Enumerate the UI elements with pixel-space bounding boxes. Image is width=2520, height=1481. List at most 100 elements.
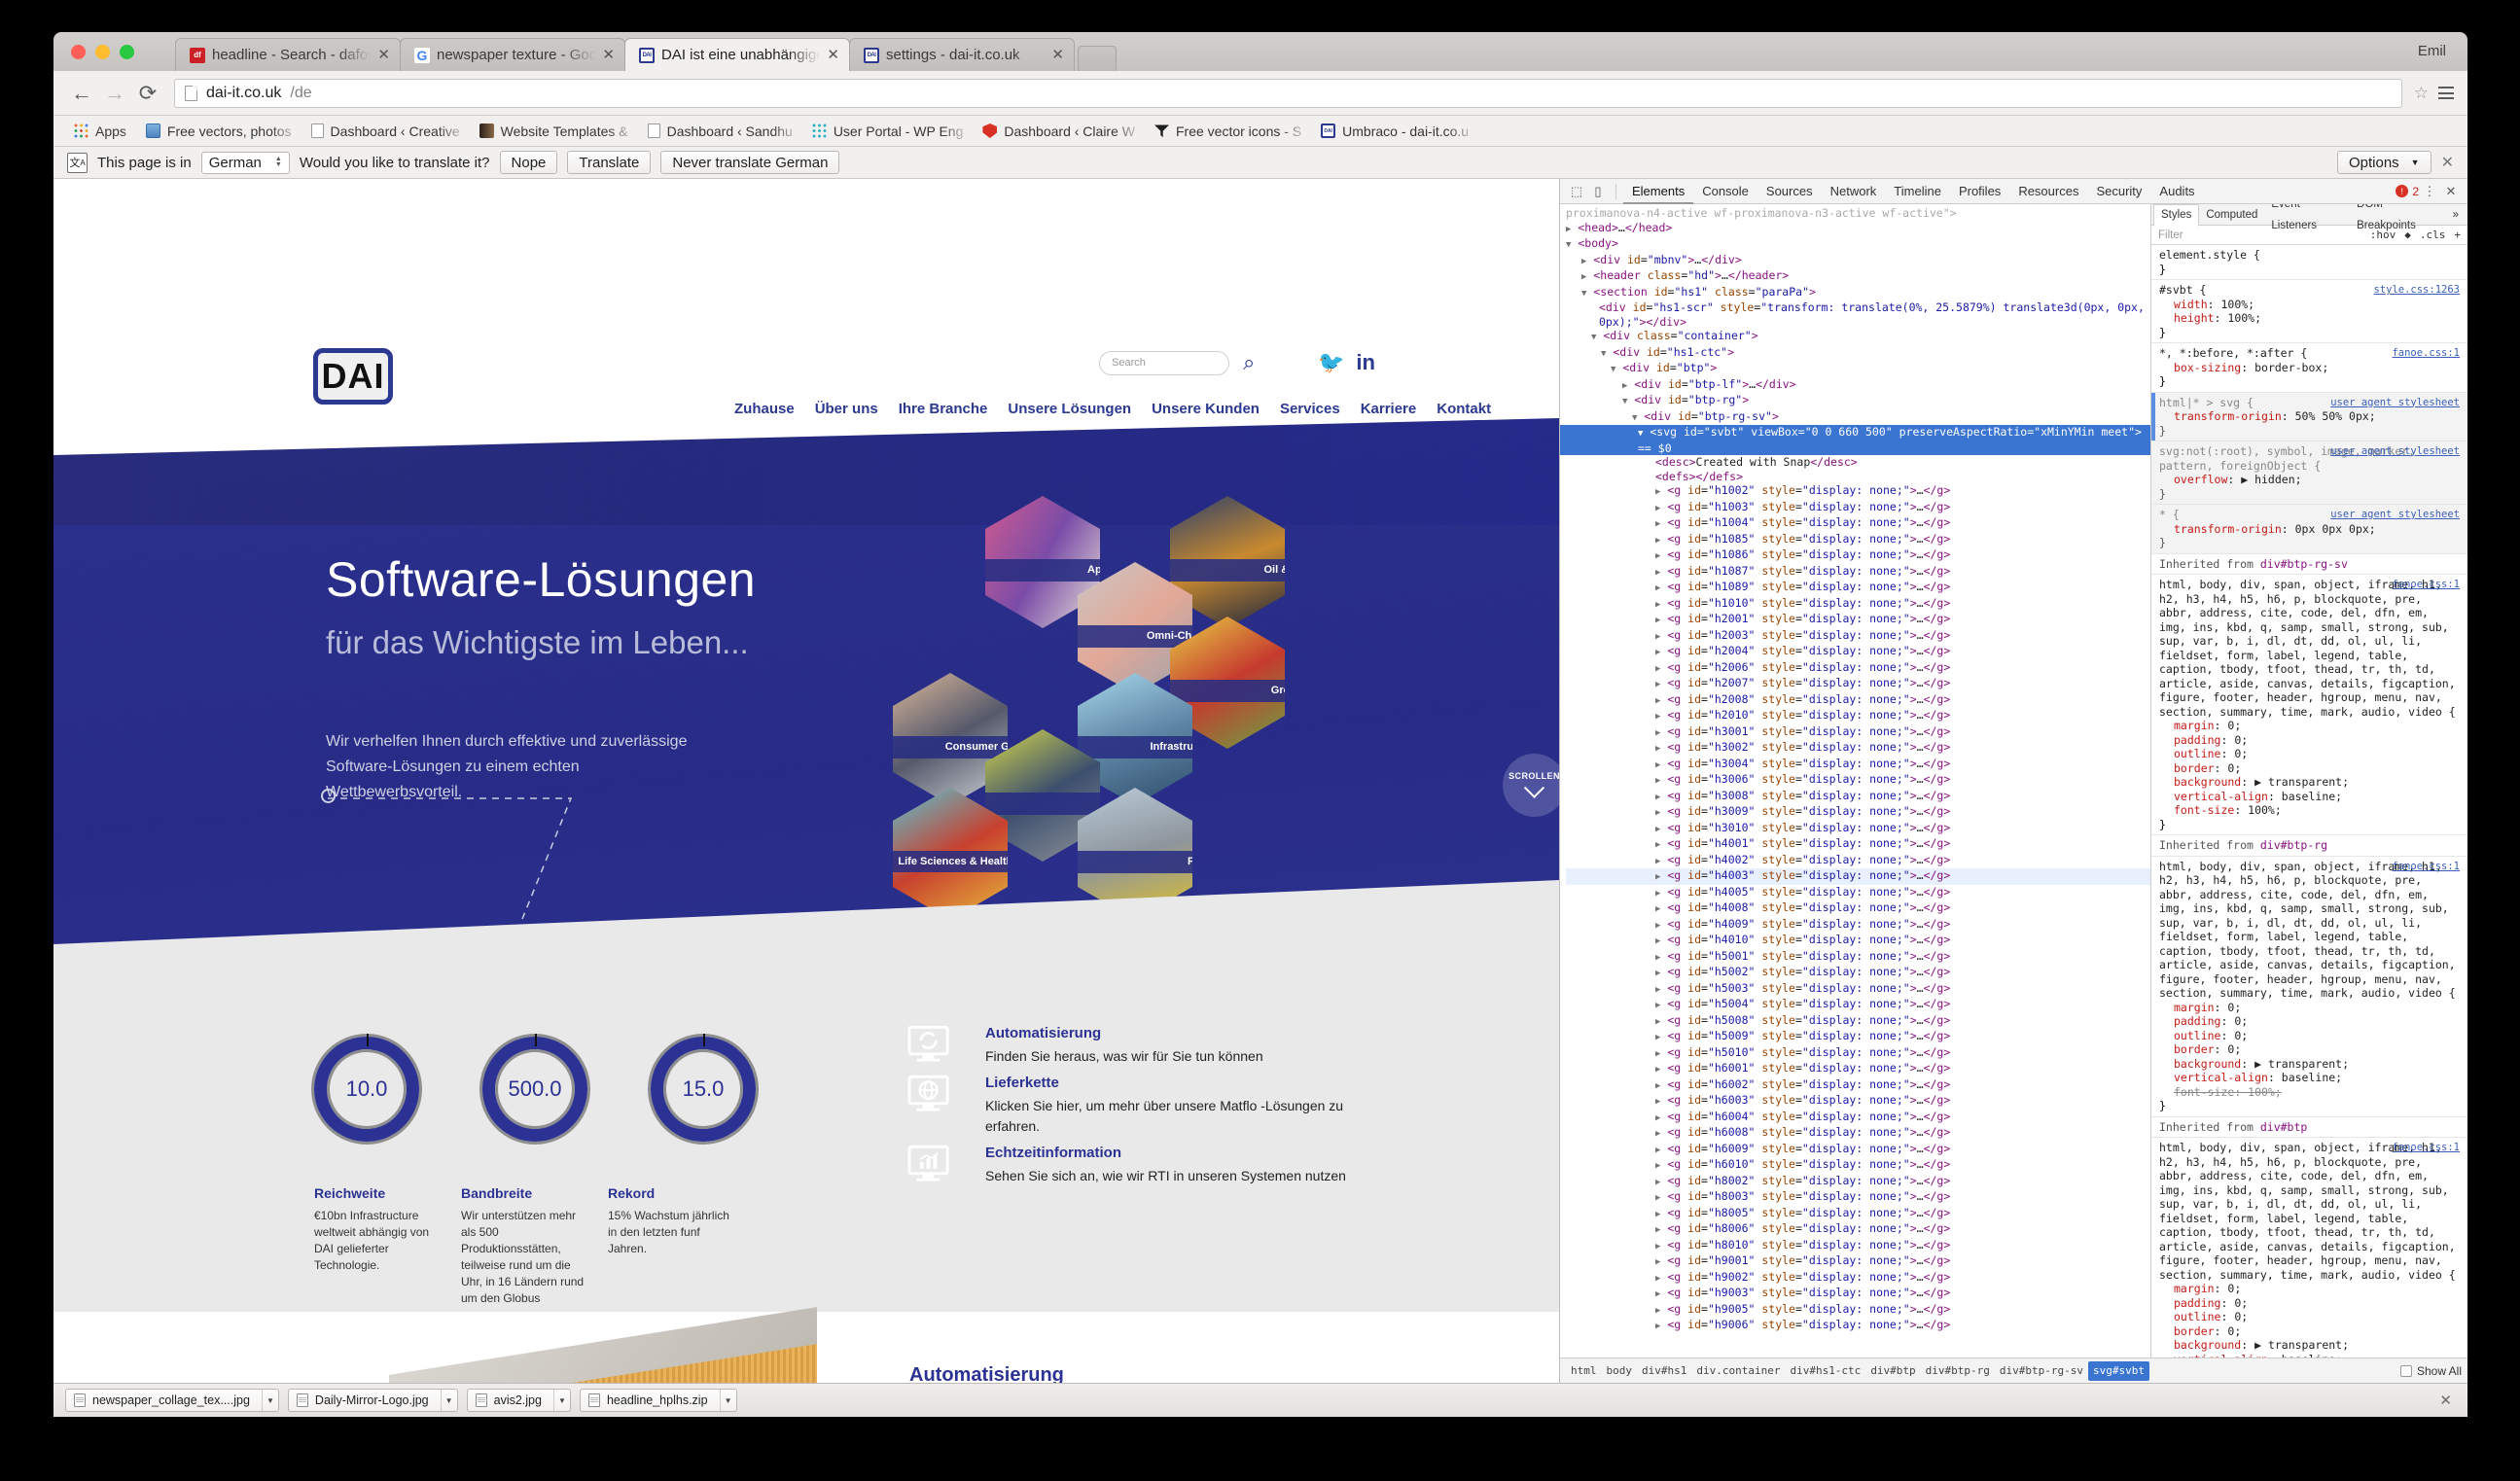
- download-name-wrap[interactable]: headline_hplhs.zip: [581, 1393, 720, 1407]
- tab-timeline[interactable]: Timeline: [1885, 179, 1950, 204]
- download-item[interactable]: Daily-Mirror-Logo.jpg ▼: [287, 1389, 458, 1412]
- feature-title[interactable]: Automatisierung: [985, 1025, 1374, 1041]
- bookmark-item[interactable]: Dashboard ‹ Creative: [302, 120, 469, 143]
- download-name-wrap[interactable]: newspaper_collage_tex....jpg: [66, 1393, 262, 1407]
- more-options-icon[interactable]: ⋮: [2419, 183, 2440, 200]
- site-logo[interactable]: DAI: [313, 348, 393, 405]
- dom-line[interactable]: ▶ <g id="h1089" style="display: none;">……: [1566, 580, 2150, 596]
- inspect-element-icon[interactable]: ⬚: [1566, 183, 1587, 200]
- tab-audits[interactable]: Audits: [2150, 179, 2203, 204]
- browser-tab[interactable]: df headline - Search - dafont. ✕: [175, 38, 401, 71]
- close-devtools-icon[interactable]: ✕: [2440, 183, 2462, 200]
- dom-line[interactable]: ▶ <g id="h6004" style="display: none;">……: [1566, 1110, 2150, 1126]
- feature-item[interactable]: Lieferkette Klicken Sie hier, um mehr üb…: [907, 1075, 1374, 1137]
- bookmark-star-icon[interactable]: ☆: [2414, 84, 2429, 103]
- tab-styles[interactable]: Styles: [2153, 204, 2200, 227]
- dom-line[interactable]: <desc>Created with Snap</desc>: [1566, 455, 2150, 470]
- dom-line[interactable]: ▶ <g id="h8002" style="display: none;">……: [1566, 1174, 2150, 1190]
- browser-tab-active[interactable]: DAI DAI ist eine unabhängige, b ✕: [624, 38, 850, 71]
- bookmark-item[interactable]: DAI Umbraco - dai-it.co.u: [1312, 120, 1477, 143]
- tab-computed[interactable]: Computed: [2199, 204, 2264, 226]
- style-declaration[interactable]: transform-origin: 0px 0px 0px;: [2159, 522, 2460, 537]
- dom-line[interactable]: ▶ <g id="h4005" style="display: none;">……: [1566, 885, 2150, 901]
- tab-network[interactable]: Network: [1822, 179, 1886, 204]
- close-icon[interactable]: ✕: [377, 48, 390, 62]
- style-source[interactable]: user agent stylesheet: [2330, 508, 2460, 522]
- style-rule[interactable]: fanoe.css:1 html, body, div, span, object…: [2151, 575, 2467, 835]
- show-all-toggle[interactable]: Show All: [2399, 1364, 2462, 1378]
- breadcrumb-btp-rg[interactable]: div#btp-rg: [1921, 1358, 1995, 1384]
- dom-line[interactable]: ▶ <g id="h5001" style="display: none;">……: [1566, 949, 2150, 966]
- style-declaration[interactable]: margin: 0;: [2159, 1001, 2460, 1015]
- error-count-badge[interactable]: ! 2: [2396, 185, 2419, 198]
- close-infobar-icon[interactable]: ✕: [2441, 153, 2454, 172]
- dom-line[interactable]: ▶ <g id="h5008" style="display: none;">……: [1566, 1013, 2150, 1030]
- dom-line[interactable]: ▶ <g id="h3010" style="display: none;">……: [1566, 821, 2150, 837]
- nav-item-ueber-uns[interactable]: Über uns: [815, 401, 878, 417]
- dom-line[interactable]: ▶ <g id="h4001" style="display: none;">……: [1566, 836, 2150, 853]
- style-declaration[interactable]: outline: 0;: [2159, 1310, 2460, 1324]
- dom-line[interactable]: ▶ <g id="h6010" style="display: none;">……: [1566, 1157, 2150, 1174]
- close-window-button[interactable]: [71, 45, 86, 59]
- bookmark-apps[interactable]: Apps: [65, 120, 135, 143]
- dom-line[interactable]: ▶ <g id="h9001" style="display: none;">……: [1566, 1253, 2150, 1270]
- maximize-window-button[interactable]: [120, 45, 134, 59]
- dom-line[interactable]: ▼ <div id="btp">: [1566, 361, 2150, 377]
- tab-elements[interactable]: Elements: [1623, 179, 1693, 204]
- nav-item-kontakt[interactable]: Kontakt: [1437, 401, 1491, 417]
- dom-line[interactable]: ▼ <div class="container">: [1566, 329, 2150, 345]
- style-declaration[interactable]: padding: 0;: [2159, 733, 2460, 748]
- back-icon[interactable]: ←: [67, 79, 96, 108]
- close-icon[interactable]: ✕: [602, 48, 615, 62]
- style-source[interactable]: fanoe.css:1: [2392, 1141, 2460, 1155]
- download-name-wrap[interactable]: avis2.jpg: [468, 1393, 553, 1407]
- dom-line[interactable]: ▶ <head>…</head>: [1566, 221, 2150, 237]
- dom-line[interactable]: <div id="hs1-scr" style="transform: tran…: [1566, 300, 2150, 329]
- dom-line[interactable]: ▶ <g id="h5003" style="display: none;">……: [1566, 981, 2150, 998]
- tab-profiles[interactable]: Profiles: [1950, 179, 2009, 204]
- dom-line[interactable]: ▶ <div id="mbnv">…</div>: [1566, 253, 2150, 269]
- style-declaration[interactable]: transform-origin: 50% 50% 0px;: [2159, 409, 2460, 424]
- dom-line[interactable]: ▶ <g id="h6001" style="display: none;">……: [1566, 1061, 2150, 1077]
- dom-line[interactable]: ▶ <g id="h4008" style="display: none;">……: [1566, 900, 2150, 917]
- bookmark-item[interactable]: Website Templates &: [471, 120, 637, 143]
- close-icon[interactable]: ✕: [1051, 48, 1064, 62]
- dom-line[interactable]: ▶ <g id="h9005" style="display: none;">……: [1566, 1302, 2150, 1319]
- breadcrumb-body[interactable]: body: [1602, 1358, 1638, 1384]
- dom-line[interactable]: ▶ <g id="h2004" style="display: none;">……: [1566, 644, 2150, 660]
- style-rule[interactable]: fanoe.css:1 *, *:before, *:after {box-siz…: [2151, 343, 2467, 393]
- nav-item-karriere[interactable]: Karriere: [1361, 401, 1417, 417]
- nav-item-zuhause[interactable]: Zuhause: [734, 401, 795, 417]
- download-name-wrap[interactable]: Daily-Mirror-Logo.jpg: [289, 1393, 441, 1407]
- tab-sources[interactable]: Sources: [1757, 179, 1822, 204]
- bookmark-item[interactable]: Dashboard ‹ Sandhu: [639, 120, 801, 143]
- style-rule[interactable]: user agent stylesheet svg:not(:root), sym…: [2151, 441, 2467, 505]
- close-icon[interactable]: ✕: [827, 48, 839, 62]
- dom-line[interactable]: ▶ <g id="h3009" style="display: none;">……: [1566, 804, 2150, 821]
- chevron-down-icon[interactable]: ▼: [440, 1390, 457, 1411]
- nav-item-services[interactable]: Services: [1280, 401, 1340, 417]
- dom-line[interactable]: ▶ <g id="h2010" style="display: none;">……: [1566, 708, 2150, 724]
- bookmark-item[interactable]: Dashboard ‹ Claire W: [974, 120, 1144, 143]
- dom-g-rows[interactable]: ▶ <g id="h1002" style="display: none;">……: [1566, 483, 2150, 1334]
- breadcrumb-html[interactable]: html: [1566, 1358, 1602, 1384]
- dom-line[interactable]: ▶ <g id="h2003" style="display: none;">……: [1566, 628, 2150, 645]
- search-input[interactable]: Search: [1099, 350, 1229, 375]
- feature-item[interactable]: Automatisierung Finden Sie heraus, was w…: [907, 1025, 1374, 1067]
- dom-line[interactable]: ▶ <g id="h5009" style="display: none;">……: [1566, 1029, 2150, 1045]
- bookmark-item[interactable]: Free vectors, photos: [137, 120, 301, 143]
- dom-line[interactable]: ▶ <g id="h2007" style="display: none;">……: [1566, 676, 2150, 692]
- style-declaration[interactable]: border: 0;: [2159, 761, 2460, 776]
- filter-input[interactable]: Filter: [2158, 229, 2183, 241]
- style-rule[interactable]: fanoe.css:1 html, body, div, span, object…: [2151, 857, 2467, 1117]
- style-source[interactable]: user agent stylesheet: [2330, 396, 2460, 410]
- style-declaration[interactable]: background: ▶ transparent;: [2159, 775, 2460, 790]
- style-declaration[interactable]: font-size: 100%;: [2159, 1085, 2460, 1100]
- style-rule[interactable]: user agent stylesheet * {transform-origin…: [2151, 505, 2467, 554]
- never-translate-button[interactable]: Never translate German: [660, 151, 840, 174]
- dom-line[interactable]: ▶ <g id="h5002" style="display: none;">……: [1566, 965, 2150, 981]
- dom-line[interactable]: ▶ <g id="h3004" style="display: none;">……: [1566, 757, 2150, 773]
- breadcrumb-container[interactable]: div.container: [1691, 1358, 1785, 1384]
- style-declaration[interactable]: box-sizing: border-box;: [2159, 361, 2460, 375]
- style-rule[interactable]: style.css:1263 #svbt {width: 100%; height:…: [2151, 280, 2467, 343]
